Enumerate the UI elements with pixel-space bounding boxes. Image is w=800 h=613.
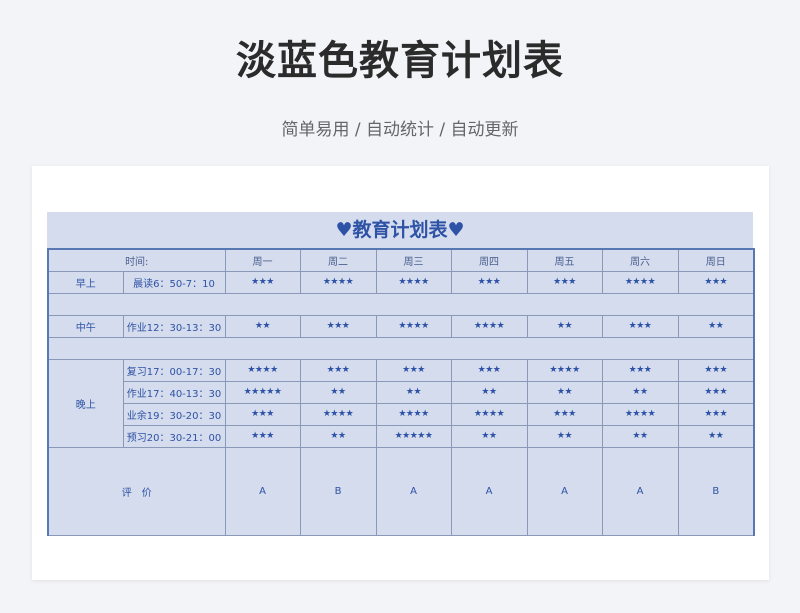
- rating-stars: ★★★★: [601, 270, 679, 294]
- day-header: 周日: [677, 248, 755, 272]
- rating-stars: ★★★★: [601, 402, 679, 426]
- day-header: 周一: [224, 248, 301, 272]
- rating-stars: ★★★: [677, 270, 755, 294]
- evaluation-row: 评 价 A B A A A A B: [47, 446, 755, 536]
- morning-row: 早上 晨读6：50-7：10 ★★★ ★★★★ ★★★★ ★★★ ★★★ ★★★…: [47, 270, 755, 294]
- grade-cell: A: [375, 446, 452, 536]
- rating-stars: ★★★: [299, 358, 377, 382]
- rating-stars: ★★: [450, 424, 528, 448]
- spacer-cell: [47, 336, 755, 360]
- evening-row: 晚上 复习17：00-17：30 ★★★★ ★★★ ★★★ ★★★ ★★★★ ★…: [47, 358, 755, 448]
- day-header: 周二: [299, 248, 377, 272]
- rating-stars: ★★★★: [375, 402, 452, 426]
- rating-stars: ★★★: [299, 314, 377, 338]
- rating-stars: ★★★: [526, 402, 603, 426]
- spacer-row: [47, 292, 755, 316]
- evening-row: 预习20：30-21：00 ★★★ ★★ ★★★★★ ★★ ★★ ★★ ★★: [48, 424, 755, 448]
- rating-stars: ★★★: [224, 424, 301, 448]
- period-label: 早上: [47, 270, 124, 294]
- rating-stars: ★★: [677, 314, 755, 338]
- day-header: 周五: [526, 248, 603, 272]
- day-header: 周四: [450, 248, 528, 272]
- rating-stars: ★★: [224, 314, 301, 338]
- rating-stars: ★★★★★: [375, 424, 452, 448]
- rating-stars: ★★★: [375, 358, 452, 382]
- sheet-title: ♥教育计划表♥: [47, 212, 753, 248]
- rating-stars: ★★★: [677, 402, 755, 426]
- page-title: 淡蓝色教育计划表: [236, 38, 564, 84]
- rating-stars: ★★: [299, 424, 377, 448]
- time-cell: 晨读6：50-7：10: [122, 270, 226, 294]
- rating-stars: ★★: [299, 380, 377, 404]
- rating-stars: ★★★★: [526, 358, 603, 382]
- spacer-row: [47, 336, 755, 360]
- spacer-cell: [47, 292, 755, 316]
- document-card: ♥教育计划表♥ 时间: 周一 周二 周三 周四 周五 周六 周日 早上 晨读6：…: [32, 166, 769, 580]
- rating-stars: ★★★★: [450, 402, 528, 426]
- grade-cell: A: [224, 446, 301, 536]
- rating-stars: ★★: [526, 424, 603, 448]
- rating-stars: ★★: [601, 380, 679, 404]
- rating-stars: ★★★: [450, 270, 528, 294]
- rating-stars: ★★: [375, 380, 452, 404]
- day-header: 周六: [601, 248, 679, 272]
- header-row: 时间: 周一 周二 周三 周四 周五 周六 周日: [47, 248, 755, 272]
- evaluation-label: 评 价: [47, 446, 226, 536]
- rating-stars: ★★★: [450, 358, 528, 382]
- rating-stars: ★★★: [224, 402, 301, 426]
- rating-stars: ★★★: [677, 358, 755, 382]
- rating-stars: ★★★: [677, 380, 755, 404]
- period-label: 中午: [47, 314, 124, 338]
- rating-stars: ★★★: [224, 270, 301, 294]
- time-cell: 作业12：30-13：30: [122, 314, 226, 338]
- evening-row: 作业17：40-13：30 ★★★★★ ★★ ★★ ★★ ★★ ★★ ★★★: [48, 380, 755, 404]
- rating-stars: ★★★★: [299, 402, 377, 426]
- rating-stars: ★★★★: [375, 314, 452, 338]
- rating-stars: ★★: [450, 380, 528, 404]
- rating-stars: ★★★★: [224, 358, 301, 382]
- time-cell: 预习20：30-21：00: [122, 424, 226, 448]
- rating-stars: ★★: [526, 314, 603, 338]
- time-cell: 业余19：30-20：30: [122, 402, 226, 426]
- rating-stars: ★★★★★: [224, 380, 301, 404]
- rating-stars: ★★: [526, 380, 603, 404]
- rating-stars: ★★★★: [450, 314, 528, 338]
- period-label: 晚上: [47, 358, 124, 448]
- page-subtitle: 简单易用 / 自动统计 / 自动更新: [281, 120, 519, 140]
- rating-stars: ★★★★: [299, 270, 377, 294]
- education-plan-sheet: ♥教育计划表♥ 时间: 周一 周二 周三 周四 周五 周六 周日 早上 晨读6：…: [47, 212, 755, 536]
- day-header: 周三: [375, 248, 452, 272]
- grade-cell: A: [450, 446, 528, 536]
- grade-cell: B: [299, 446, 377, 536]
- rating-stars: ★★: [601, 424, 679, 448]
- plan-table: 时间: 周一 周二 周三 周四 周五 周六 周日 早上 晨读6：50-7：10 …: [47, 248, 755, 536]
- rating-stars: ★★★: [526, 270, 603, 294]
- grade-cell: A: [526, 446, 603, 536]
- rating-stars: ★★: [677, 424, 755, 448]
- time-cell: 复习17：00-17：30: [122, 358, 226, 382]
- time-cell: 作业17：40-13：30: [122, 380, 226, 404]
- grade-cell: A: [601, 446, 679, 536]
- rating-stars: ★★★: [601, 314, 679, 338]
- evening-row: 业余19：30-20：30 ★★★ ★★★★ ★★★★ ★★★★ ★★★ ★★★…: [48, 402, 755, 426]
- time-header: 时间:: [47, 248, 226, 272]
- rating-stars: ★★★★: [375, 270, 452, 294]
- noon-row: 中午 作业12：30-13：30 ★★ ★★★ ★★★★ ★★★★ ★★ ★★★…: [47, 314, 755, 338]
- grade-cell: B: [677, 446, 755, 536]
- rating-stars: ★★★: [601, 358, 679, 382]
